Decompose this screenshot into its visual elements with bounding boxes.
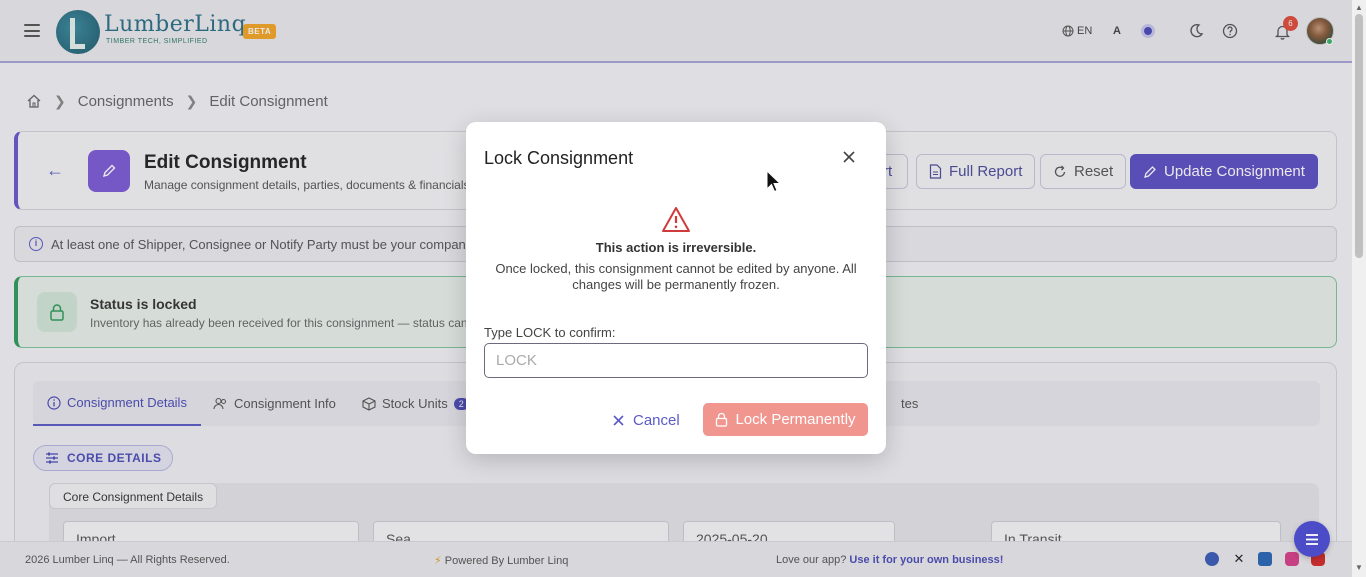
lock-consignment-dialog: Lock Consignment This action is irrevers… [466, 122, 886, 454]
scroll-down-arrow-icon[interactable]: ▼ [1355, 563, 1363, 572]
chat-menu-button[interactable] [1294, 521, 1330, 557]
warning-heading: This action is irreversible. [595, 240, 757, 255]
scroll-up-arrow-icon[interactable]: ▲ [1355, 3, 1363, 12]
mouse-cursor-icon [766, 169, 782, 199]
lock-icon [716, 412, 728, 427]
warning-triangle-icon [661, 206, 691, 238]
page-scrollbar[interactable]: ▲ ▼ [1352, 0, 1366, 577]
scroll-thumb[interactable] [1355, 14, 1363, 258]
cancel-label: Cancel [633, 411, 680, 429]
list-icon [1306, 533, 1318, 545]
cancel-button[interactable]: Cancel [612, 404, 680, 436]
confirm-label: Type LOCK to confirm: [484, 325, 616, 340]
close-icon[interactable] [840, 148, 858, 166]
dialog-title: Lock Consignment [484, 148, 634, 168]
lock-confirm-input[interactable] [484, 343, 868, 378]
close-icon [613, 414, 624, 426]
lock-permanently-label: Lock Permanently [735, 411, 856, 428]
warning-text: Once locked, this consignment cannot be … [495, 261, 857, 292]
lock-permanently-button[interactable]: Lock Permanently [703, 403, 868, 436]
